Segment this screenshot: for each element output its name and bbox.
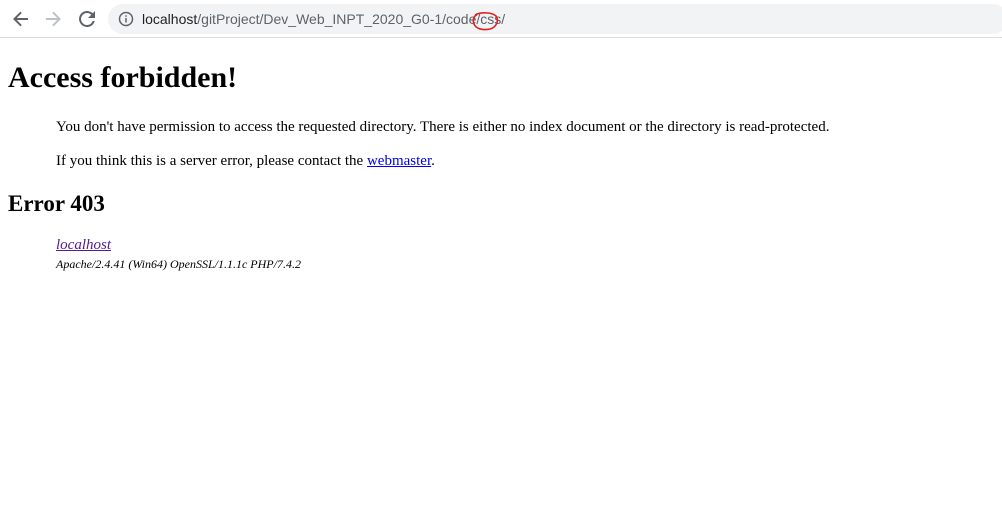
reload-button[interactable] bbox=[76, 8, 98, 30]
localhost-link[interactable]: localhost bbox=[56, 236, 301, 254]
permission-message: You don't have permission to access the … bbox=[56, 119, 830, 135]
reload-icon bbox=[79, 10, 95, 27]
server-address: localhost Apache/2.4.41 (Win64) OpenSSL/… bbox=[56, 236, 301, 272]
address-bar[interactable]: localhost/gitProject/Dev_Web_INPT_2020_G… bbox=[108, 4, 1002, 34]
contact-message: If you think this is a server error, ple… bbox=[56, 152, 435, 170]
url-path-prefix: /gitProject/Dev_Web_INPT_2020_G0-1/code/ bbox=[197, 11, 481, 27]
info-icon[interactable] bbox=[118, 11, 134, 27]
webmaster-link[interactable]: webmaster bbox=[367, 153, 431, 169]
back-button[interactable] bbox=[10, 8, 32, 30]
back-arrow-icon bbox=[13, 11, 28, 27]
url-text[interactable]: localhost/gitProject/Dev_Web_INPT_2020_G… bbox=[142, 10, 505, 28]
error-heading: Error 403 bbox=[8, 191, 105, 216]
forward-button[interactable] bbox=[42, 8, 64, 30]
error-page: Access forbidden! You don't have permiss… bbox=[0, 38, 1002, 528]
url-path-suffix: / bbox=[501, 11, 506, 27]
url-host: localhost bbox=[142, 11, 198, 27]
contact-message-prefix: If you think this is a server error, ple… bbox=[56, 153, 367, 169]
contact-message-suffix: . bbox=[431, 153, 435, 169]
red-annotation-circle bbox=[472, 12, 499, 31]
forward-arrow-icon bbox=[46, 11, 61, 27]
browser-toolbar: localhost/gitProject/Dev_Web_INPT_2020_G… bbox=[0, 0, 1002, 38]
server-signature: Apache/2.4.41 (Win64) OpenSSL/1.1.1c PHP… bbox=[56, 257, 301, 271]
page-title: Access forbidden! bbox=[8, 61, 238, 94]
